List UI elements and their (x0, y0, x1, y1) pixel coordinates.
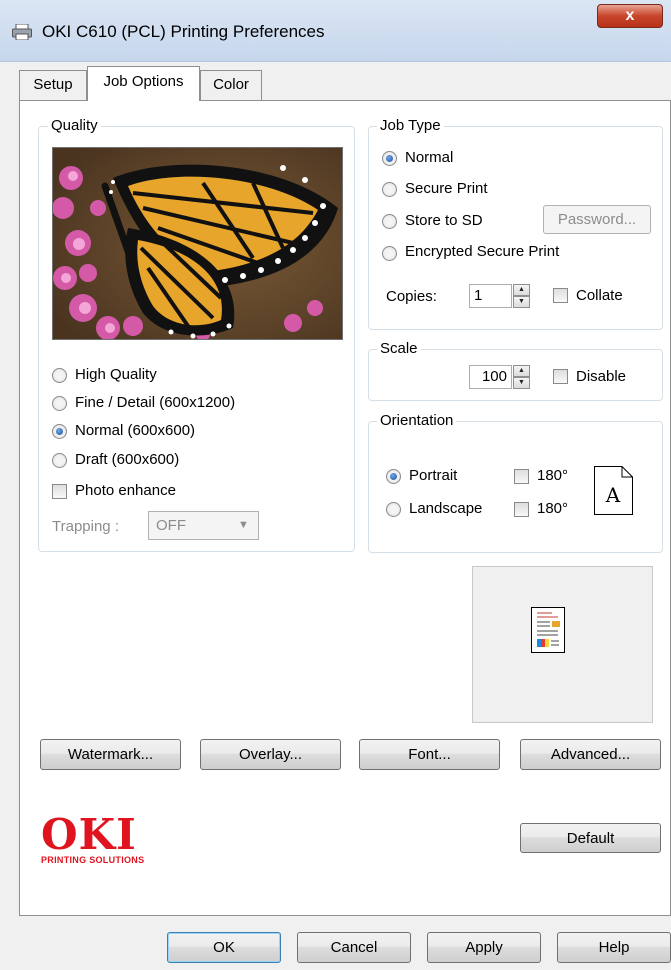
title-bar: OKI C610 (PCL) Printing Preferences x (0, 0, 671, 62)
spin-down-icon[interactable]: ▼ (513, 377, 530, 389)
photo-enhance-checkbox[interactable] (52, 484, 67, 499)
logo-subtitle: PRINTING SOLUTIONS (41, 855, 145, 865)
label-collate: Collate (576, 287, 623, 304)
quality-preview-image (52, 147, 343, 340)
label-draft: Draft (600x600) (75, 451, 180, 468)
apply-button[interactable]: Apply (427, 932, 541, 963)
radio-job-normal[interactable] (382, 151, 397, 166)
radio-store-to-sd[interactable] (382, 214, 397, 229)
label-photo-enhance: Photo enhance (75, 482, 176, 499)
oki-logo: OKI PRINTING SOLUTIONS (41, 810, 145, 866)
label-encrypted-secure-print: Encrypted Secure Print (405, 243, 560, 260)
label-high-quality: High Quality (75, 366, 157, 383)
overlay-button[interactable]: Overlay... (200, 739, 341, 770)
portrait-page-icon: A (594, 466, 633, 515)
tab-setup[interactable]: Setup (19, 70, 87, 100)
butterfly-image (53, 148, 342, 339)
radio-portrait[interactable] (386, 469, 401, 484)
scale-group-label: Scale (377, 340, 421, 357)
spin-up-icon[interactable]: ▲ (513, 365, 530, 377)
watermark-button[interactable]: Watermark... (40, 739, 181, 770)
quality-group-label: Quality (48, 117, 101, 134)
ok-button[interactable]: OK (167, 932, 281, 963)
tab-color[interactable]: Color (200, 70, 262, 100)
label-portrait: Portrait (409, 467, 458, 484)
close-button[interactable]: x (597, 4, 663, 28)
radio-normal-quality[interactable] (52, 424, 67, 439)
font-button[interactable]: Font... (359, 739, 500, 770)
trapping-select[interactable]: OFF ▼ (148, 511, 259, 540)
disable-scale-checkbox[interactable] (553, 369, 568, 384)
copies-spinner[interactable]: ▲ ▼ (513, 284, 530, 308)
label-normal-quality: Normal (600x600) (75, 422, 196, 439)
tab-job-options[interactable]: Job Options (87, 66, 200, 101)
label-landscape: Landscape (409, 500, 483, 517)
scale-spinner[interactable]: ▲ ▼ (513, 365, 530, 389)
radio-draft[interactable] (52, 453, 67, 468)
scale-input[interactable]: 100 (469, 365, 512, 389)
copies-input[interactable]: 1 (469, 284, 512, 308)
label-job-normal: Normal (405, 149, 454, 166)
copies-label: Copies: (386, 288, 437, 305)
trapping-label: Trapping : (52, 518, 119, 535)
page-preview (472, 566, 653, 723)
label-fine-detail: Fine / Detail (600x1200) (75, 394, 236, 411)
radio-secure-print[interactable] (382, 182, 397, 197)
orientation-group-label: Orientation (377, 412, 457, 429)
cancel-button[interactable]: Cancel (297, 932, 411, 963)
logo-text: OKI (41, 810, 137, 859)
label-landscape-180: 180° (537, 500, 569, 517)
collate-checkbox[interactable] (553, 288, 568, 303)
help-button[interactable]: Help (557, 932, 671, 963)
orientation-icon-letter: A (605, 483, 621, 507)
spin-up-icon[interactable]: ▲ (513, 284, 530, 296)
label-secure-print: Secure Print (405, 180, 488, 197)
portrait-rotate-180-checkbox[interactable] (514, 469, 529, 484)
label-disable: Disable (576, 368, 627, 385)
window-title: OKI C610 (PCL) Printing Preferences (42, 22, 325, 41)
spin-down-icon[interactable]: ▼ (513, 296, 530, 308)
trapping-value: OFF (156, 517, 186, 534)
document-preview-icon (531, 607, 565, 653)
default-button[interactable]: Default (520, 823, 661, 853)
label-store-to-sd: Store to SD (405, 212, 483, 229)
radio-high-quality[interactable] (52, 368, 67, 383)
radio-fine-detail[interactable] (52, 396, 67, 411)
job-type-group-label: Job Type (377, 117, 444, 134)
radio-encrypted-secure-print[interactable] (382, 246, 397, 261)
chevron-down-icon: ▼ (238, 519, 249, 531)
printer-icon (12, 24, 32, 40)
label-portrait-180: 180° (537, 467, 569, 484)
advanced-button[interactable]: Advanced... (520, 739, 661, 770)
password-button[interactable]: Password... (543, 205, 651, 234)
radio-landscape[interactable] (386, 502, 401, 517)
landscape-rotate-180-checkbox[interactable] (514, 502, 529, 517)
